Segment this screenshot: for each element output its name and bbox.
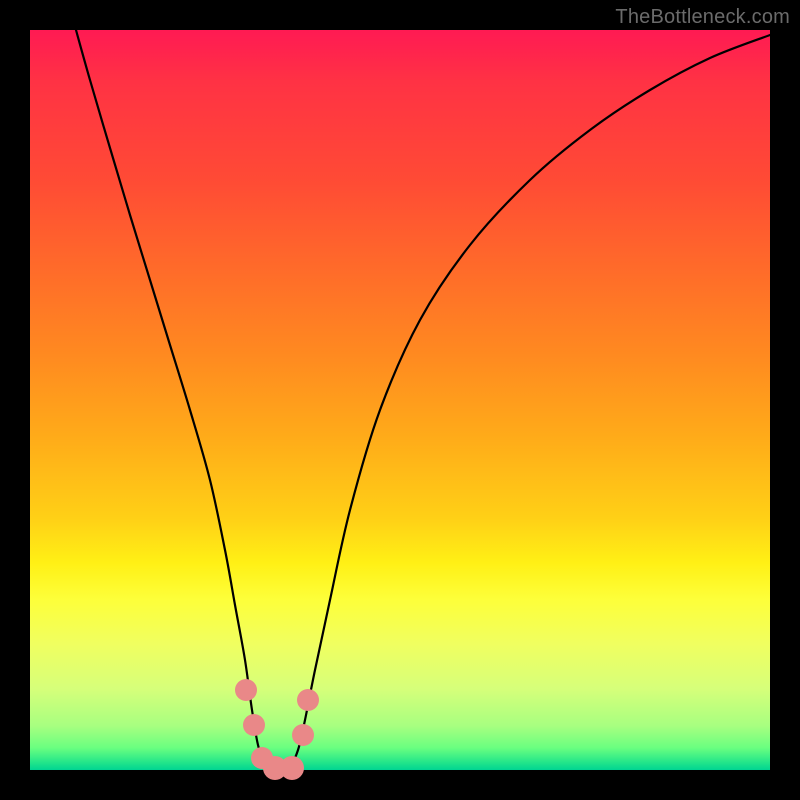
bottleneck-curve xyxy=(76,30,770,770)
curve-markers xyxy=(235,679,319,780)
watermark-text: TheBottleneck.com xyxy=(615,6,790,29)
plot-area xyxy=(30,30,770,770)
marker-pt7 xyxy=(297,689,319,711)
marker-pt6 xyxy=(292,724,314,746)
marker-pt2 xyxy=(243,714,265,736)
marker-pt1 xyxy=(235,679,257,701)
chart-frame: TheBottleneck.com xyxy=(0,0,800,800)
curve-svg xyxy=(30,30,770,770)
marker-pt5 xyxy=(280,756,304,780)
